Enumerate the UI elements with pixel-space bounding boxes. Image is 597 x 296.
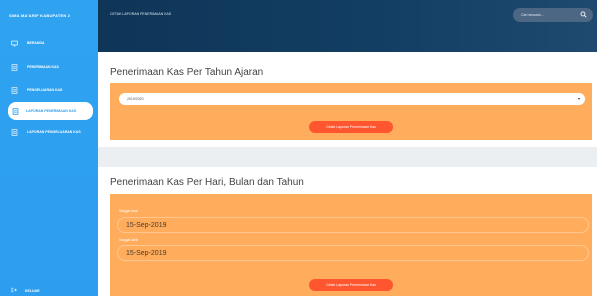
search-placeholder: Cari sesuatu... — [521, 13, 544, 17]
page-title: CETAK LAPORAN PENERIMAAN KAS — [110, 12, 172, 16]
brand-title: SIMA MA'ARIF KABUPATEN 2 — [9, 12, 71, 18]
sidebar-item-beranda[interactable]: BERANDA — [0, 33, 98, 53]
sidebar-item-label: BERANDA — [27, 41, 45, 45]
from-date-label: Tanggal Awal — [119, 209, 138, 213]
to-date-value: 15-Sep-2019 — [126, 249, 167, 257]
sidebar-item-label: PENGELUARAN KAS — [27, 88, 63, 92]
panel-hari-bulan-tahun: Tanggal Awal 15-Sep-2019 Tanggal Akhir 1… — [110, 194, 592, 296]
logout-icon — [11, 287, 17, 294]
sidebar-item-pengeluaran-kas[interactable]: PENGELUARAN KAS — [0, 80, 98, 100]
sidebar-item-penerimaan-kas[interactable]: PENERIMAAN KAS — [0, 57, 98, 77]
sidebar: SIMA MA'ARIF KABUPATEN 2 BERANDA PENERIM… — [0, 0, 98, 296]
monitor-icon — [11, 40, 18, 47]
sidebar-item-label: LAPORAN PENERIMAAN KAS — [26, 109, 77, 113]
to-date-field[interactable]: 15-Sep-2019 — [117, 245, 589, 261]
sidebar-item-laporan-pengeluaran-kas[interactable]: LAPORAN PENGELUARAN KAS — [0, 122, 98, 142]
select-value: 2019/2020 — [127, 97, 144, 101]
search-icon[interactable] — [580, 11, 587, 19]
search-input[interactable]: Cari sesuatu... — [513, 8, 593, 22]
document-icon — [12, 107, 19, 115]
section-title-tahun-ajaran: Penerimaan Kas Per Tahun Ajaran — [110, 67, 264, 78]
print-report-button[interactable]: Cetak Laporan Penerimaan Kas — [309, 279, 393, 291]
section-title-hari-bulan-tahun: Penerimaan Kas Per Hari, Bulan dan Tahun — [110, 177, 304, 188]
section-divider — [98, 147, 597, 167]
logout-label: KELUAR — [25, 288, 40, 293]
logout-button[interactable]: KELUAR — [11, 287, 40, 294]
from-date-value: 15-Sep-2019 — [126, 221, 167, 229]
from-date-field[interactable]: 15-Sep-2019 — [117, 217, 589, 233]
tahun-ajaran-select[interactable]: 2019/2020 ▾ — [119, 93, 585, 105]
main-content: Penerimaan Kas Per Tahun Ajaran 2019/202… — [98, 52, 597, 296]
to-date-label: Tanggal Akhir — [119, 238, 139, 242]
print-report-button[interactable]: Cetak Laporan Penerimaan Kas — [309, 121, 393, 133]
sidebar-item-laporan-penerimaan-kas[interactable]: LAPORAN PENERIMAAN KAS — [8, 102, 93, 120]
list-icon — [11, 86, 18, 94]
sidebar-item-label: PENERIMAAN KAS — [27, 65, 59, 69]
sidebar-item-label: LAPORAN PENGELUARAN KAS — [27, 130, 81, 134]
top-bar: CETAK LAPORAN PENERIMAAN KAS Cari sesuat… — [98, 0, 597, 52]
list-icon — [11, 63, 18, 71]
chevron-down-icon: ▾ — [577, 96, 580, 101]
list-icon — [11, 128, 18, 136]
panel-tahun-ajaran: 2019/2020 ▾ Cetak Laporan Penerimaan Kas — [110, 83, 592, 140]
